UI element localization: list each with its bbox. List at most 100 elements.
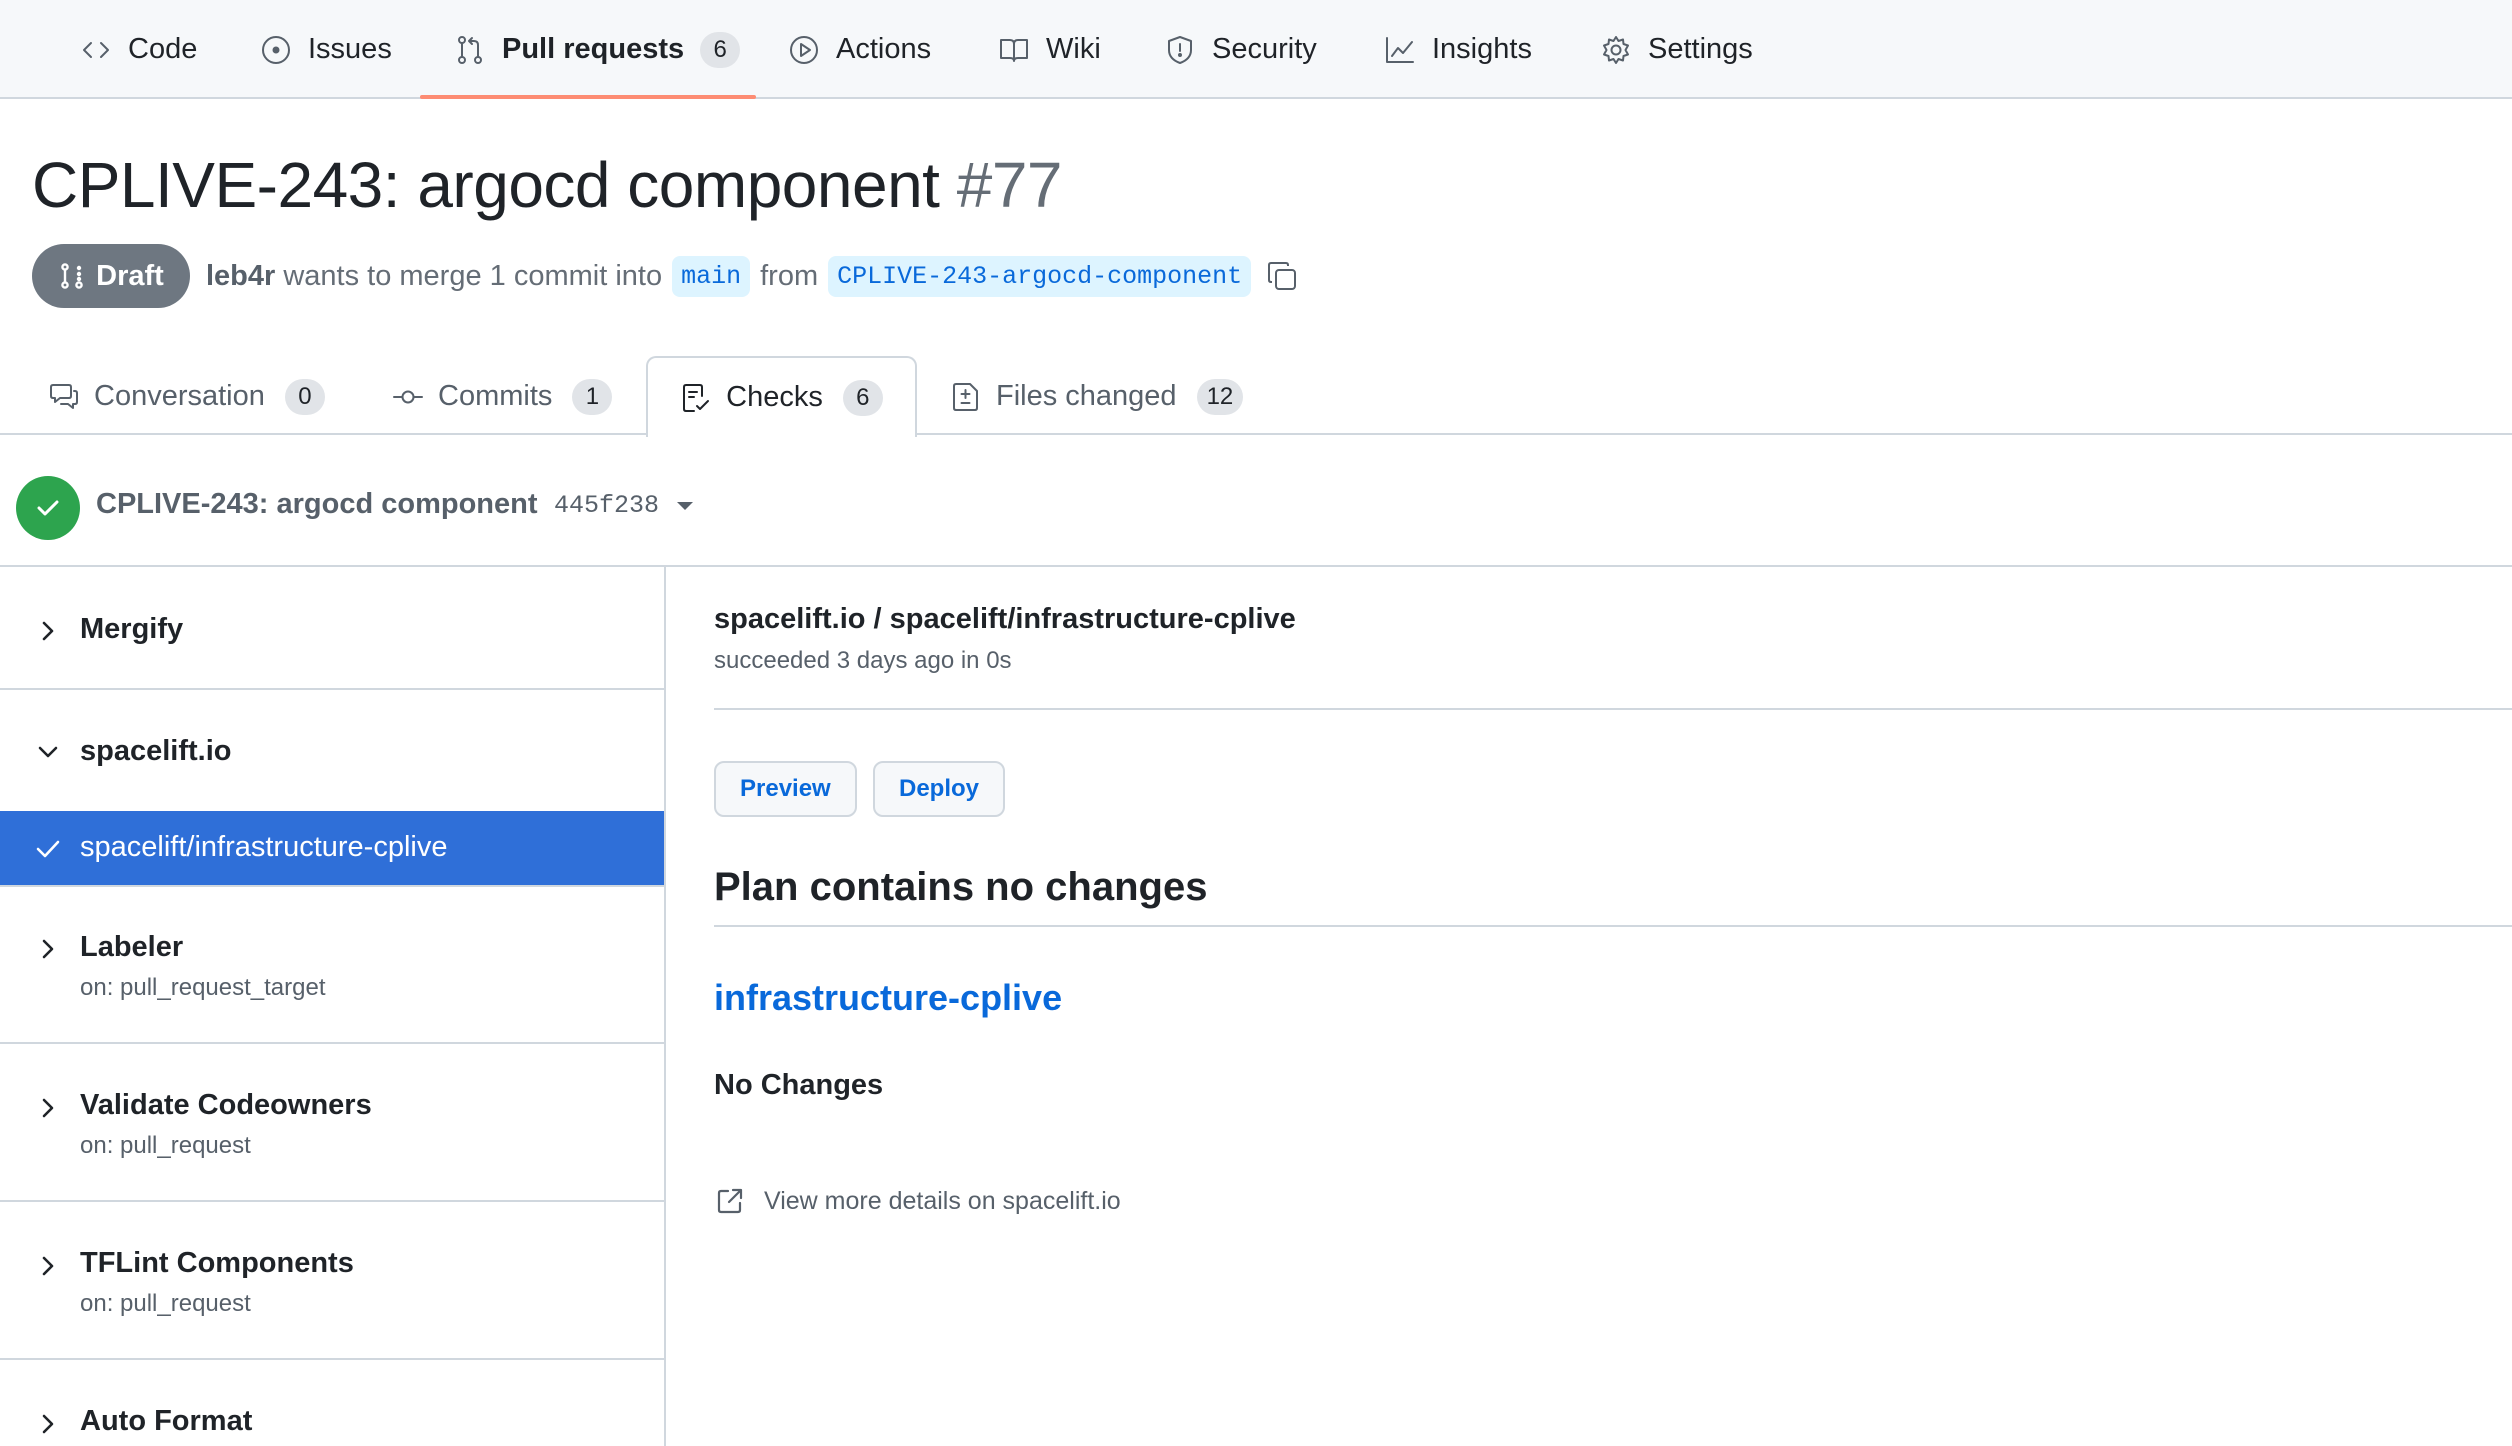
nav-settings[interactable]: Settings xyxy=(1598,0,1755,99)
git-pull-request-draft-icon xyxy=(58,262,86,290)
checks-header: CPLIVE-243: argocd component 445f238 xyxy=(0,436,2512,567)
chevron-right-icon xyxy=(42,1098,54,1118)
tab-conversation[interactable]: Conversation 0 xyxy=(48,358,325,435)
chevron-right-icon xyxy=(42,1414,54,1434)
tab-checks-label: Checks xyxy=(726,381,823,413)
sidebar-group-spacelift[interactable]: spacelift.io xyxy=(0,690,664,812)
chevron-right-icon xyxy=(42,1256,54,1276)
tab-commits[interactable]: Commits 1 xyxy=(392,358,613,435)
nav-wiki-label: Wiki xyxy=(1046,33,1101,65)
pr-meta: leb4r wants to merge 1 commit into main … xyxy=(206,252,1299,300)
sidebar-item-spacelift-infrastructure-cplive[interactable]: spacelift/infrastructure-cplive xyxy=(0,811,664,885)
commit-icon xyxy=(392,381,424,413)
divider xyxy=(714,925,2512,927)
tab-checks[interactable]: Checks 6 xyxy=(646,356,917,437)
view-more-details-link[interactable]: View more details on spacelift.io xyxy=(714,1185,1121,1217)
nav-issues[interactable]: Issues xyxy=(258,0,394,99)
nav-pull-requests-label: Pull requests xyxy=(502,33,685,65)
files-changed-count: 12 xyxy=(1196,378,1244,415)
sidebar-group-validate-codeowners[interactable]: Validate Codeowners on: pull_request xyxy=(0,1044,664,1202)
sidebar-item-label: spacelift/infrastructure-cplive xyxy=(80,831,448,863)
head-branch[interactable]: CPLIVE-243-argocd-component xyxy=(828,255,1252,297)
nav-wiki[interactable]: Wiki xyxy=(996,0,1103,99)
no-changes-text: No Changes xyxy=(714,1069,884,1101)
commits-count: 1 xyxy=(572,378,613,415)
nav-insights-label: Insights xyxy=(1432,33,1532,65)
commit-sha-dropdown[interactable]: 445f238 xyxy=(554,491,694,520)
nav-security[interactable]: Security xyxy=(1162,0,1319,99)
sidebar-group-trigger: on: pull_request_target xyxy=(80,974,326,1001)
pr-author-link[interactable]: leb4r xyxy=(206,260,275,293)
sidebar-group-title: spacelift.io xyxy=(80,735,232,767)
stack-link[interactable]: infrastructure-cplive xyxy=(714,977,1062,1019)
sidebar-group-auto-format[interactable]: Auto Format xyxy=(0,1360,664,1446)
chevron-right-icon xyxy=(42,939,54,959)
check-success-icon xyxy=(16,476,80,540)
deploy-button[interactable]: Deploy xyxy=(873,761,1006,817)
book-icon xyxy=(998,34,1030,66)
commit-title: CPLIVE-243: argocd component xyxy=(96,488,538,520)
sidebar-group-title: Mergify xyxy=(80,613,184,645)
play-icon xyxy=(788,34,820,66)
preview-button[interactable]: Preview xyxy=(714,761,857,817)
check-detail-panel: spacelift.io / spacelift/infrastructure-… xyxy=(666,567,2512,1446)
nav-issues-label: Issues xyxy=(308,33,392,65)
draft-label: Draft xyxy=(96,259,164,292)
page-title: CPLIVE-243: argocd component #77 xyxy=(32,148,1063,222)
sidebar-group-trigger: on: pull_request xyxy=(80,1132,251,1159)
graph-icon xyxy=(1384,34,1416,66)
nav-insights[interactable]: Insights xyxy=(1382,0,1534,99)
comment-icon xyxy=(48,381,80,413)
sidebar-group-title: TFLint Components xyxy=(80,1247,354,1279)
pr-number: #77 xyxy=(956,149,1063,221)
nav-security-label: Security xyxy=(1212,33,1317,65)
base-branch[interactable]: main xyxy=(672,255,751,297)
sidebar-group-trigger: on: pull_request xyxy=(80,1290,251,1317)
tab-commits-label: Commits xyxy=(438,380,553,412)
tab-files-changed-label: Files changed xyxy=(996,380,1177,412)
sidebar-group-title: Auto Format xyxy=(80,1405,253,1437)
copy-icon[interactable] xyxy=(1261,259,1299,293)
divider xyxy=(714,708,2512,710)
draft-status-badge: Draft xyxy=(32,244,190,308)
tabs-divider xyxy=(0,433,2512,435)
view-more-details-label: View more details on spacelift.io xyxy=(764,1186,1121,1215)
sidebar-group-title: Validate Codeowners xyxy=(80,1089,372,1121)
check-run-status: succeeded 3 days ago in 0s xyxy=(714,647,1012,674)
issue-icon xyxy=(260,34,292,66)
shield-icon xyxy=(1164,34,1196,66)
conversation-count: 0 xyxy=(284,378,325,415)
repo-nav: Code Issues Pull requests 6 Actions Wiki… xyxy=(0,0,2512,99)
sidebar-group-tflint-components[interactable]: TFLint Components on: pull_request xyxy=(0,1202,664,1360)
nav-actions[interactable]: Actions xyxy=(786,0,933,99)
code-icon xyxy=(80,34,112,66)
tab-files-changed[interactable]: Files changed 12 xyxy=(950,358,1244,435)
sidebar-group-mergify[interactable]: Mergify xyxy=(0,567,664,690)
checklist-icon xyxy=(680,382,712,414)
caret-down-icon xyxy=(677,501,694,510)
external-link-icon xyxy=(714,1185,746,1217)
chevron-right-icon xyxy=(42,621,54,641)
file-diff-icon xyxy=(950,381,982,413)
tab-conversation-label: Conversation xyxy=(94,380,265,412)
nav-actions-label: Actions xyxy=(836,33,932,65)
sidebar-group-labeler[interactable]: Labeler on: pull_request_target xyxy=(0,885,664,1044)
checks-count: 6 xyxy=(842,379,883,416)
plan-heading: Plan contains no changes xyxy=(714,865,1208,909)
sidebar-group-title: Labeler xyxy=(80,931,184,963)
nav-settings-label: Settings xyxy=(1648,33,1753,65)
nav-code[interactable]: Code xyxy=(78,0,199,99)
commit-sha: 445f238 xyxy=(554,491,660,520)
pull-request-icon xyxy=(454,34,486,66)
nav-pull-requests[interactable]: Pull requests 6 xyxy=(452,0,742,99)
gear-icon xyxy=(1600,34,1632,66)
checks-sidebar: Mergify spacelift.io spacelift/infrastru… xyxy=(0,567,666,1446)
from-text: from xyxy=(760,259,819,292)
check-run-title: spacelift.io / spacelift/infrastructure-… xyxy=(714,603,1296,635)
check-icon xyxy=(36,840,60,858)
merge-text: wants to merge 1 commit into xyxy=(283,259,663,292)
pr-title-text: CPLIVE-243: argocd component xyxy=(32,149,940,221)
pull-requests-count: 6 xyxy=(700,31,741,68)
chevron-down-icon xyxy=(38,746,58,758)
active-tab-underline xyxy=(420,95,756,99)
